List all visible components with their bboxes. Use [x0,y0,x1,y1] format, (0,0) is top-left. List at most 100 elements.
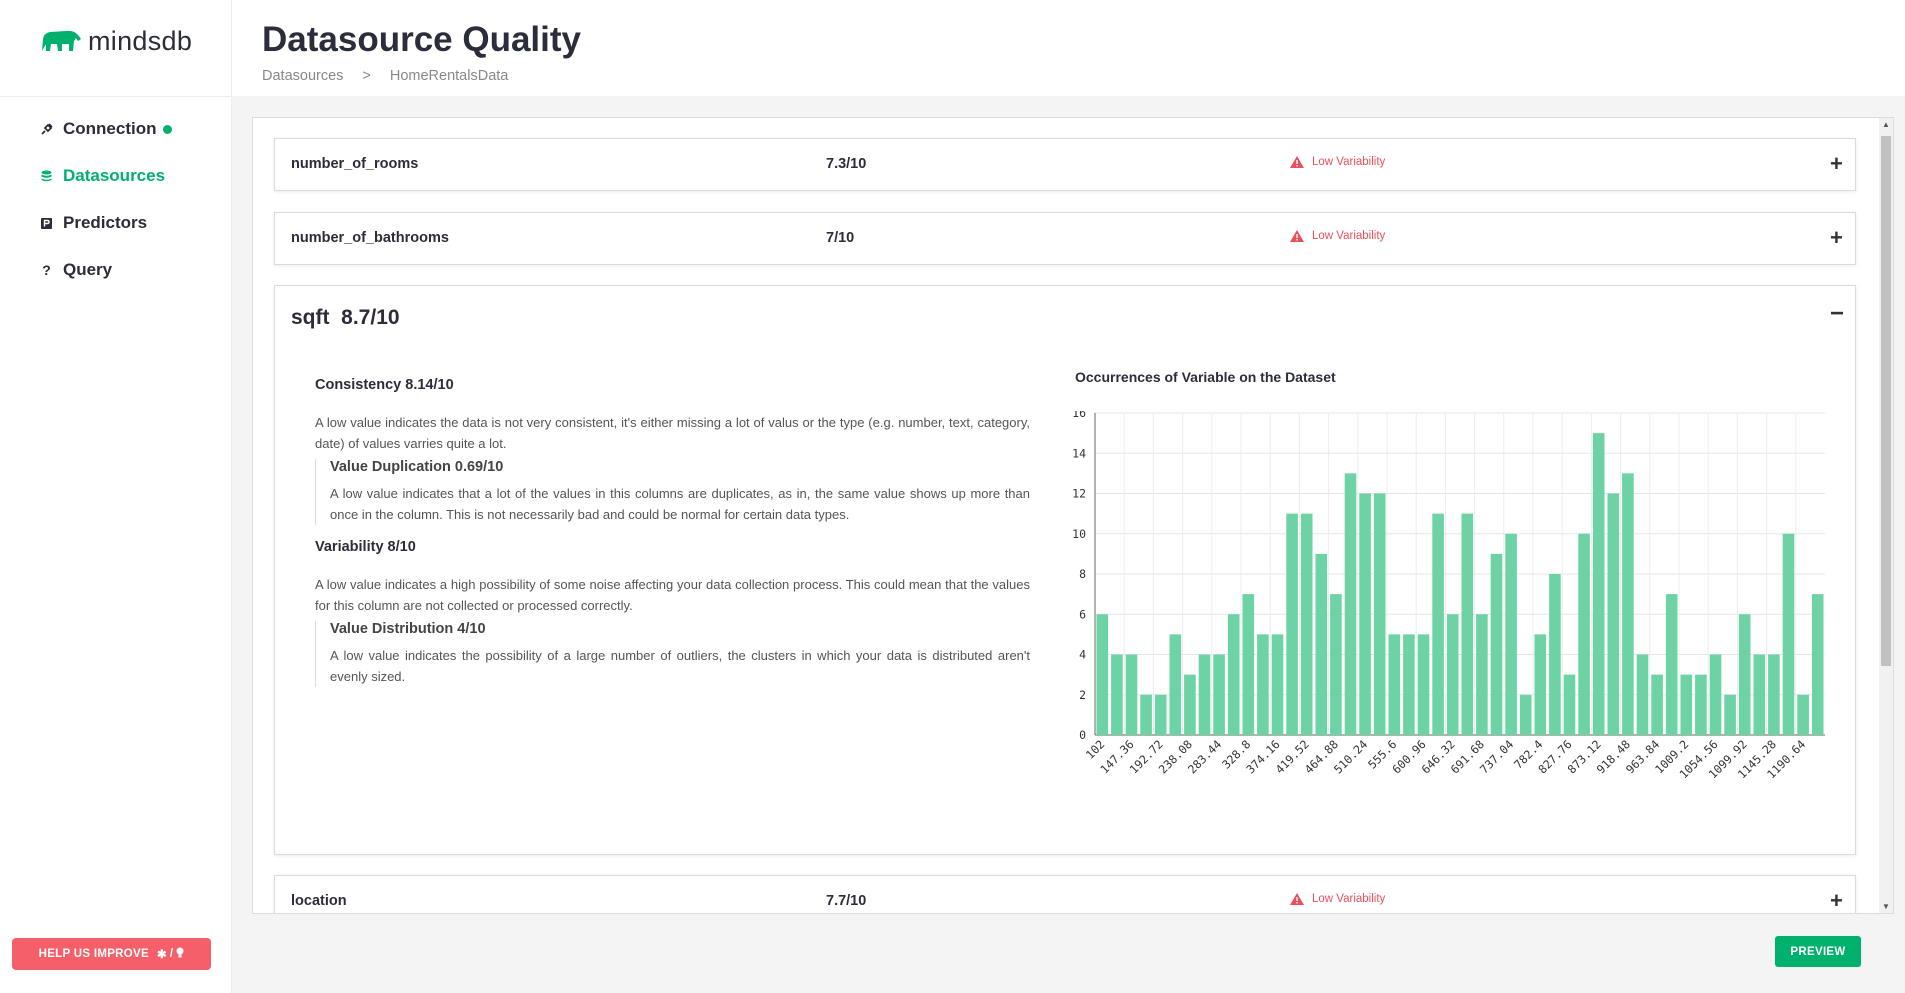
y-tick-label: 0 [1079,728,1086,742]
column-row[interactable]: location 7.7/10 Low Variability + [274,875,1856,913]
preview-button[interactable]: PREVIEW [1775,936,1861,967]
chart-bar [1709,654,1722,735]
chart-bar [1680,674,1693,735]
column-name: number_of_rooms [291,156,419,172]
lightbulb-icon [176,947,184,961]
sidebar-item-label: Connection [63,119,157,138]
chart-bar [1651,674,1663,735]
warning-text: Low Variability [1312,230,1386,242]
expand-icon[interactable]: + [1830,151,1843,177]
column-name: number_of_bathrooms [291,230,449,246]
chart-bar [1111,654,1123,735]
chart-bar [1592,433,1605,735]
y-tick-label: 2 [1079,688,1086,702]
predictor-icon [40,217,53,230]
column-score: 7.7/10 [826,893,867,909]
expanded-column-title[interactable]: sqft 8.7/10 [291,306,400,330]
question-icon: ? [42,262,51,278]
chart-bar [1461,513,1474,735]
collapse-icon[interactable]: − [1830,300,1844,328]
expand-icon[interactable]: + [1830,888,1843,913]
variability-desc: A low value indicates a high possibility… [315,577,1030,613]
chart-bar [1505,533,1517,735]
quality-metrics: Consistency 8.14/10 A low value indicate… [315,377,1030,701]
chart-bar [1695,674,1707,735]
chart-bar [1359,493,1371,735]
chart-bar [1738,614,1751,735]
scroll-thumb[interactable] [1881,136,1891,666]
warning-badge: Low Variability [1290,893,1385,905]
warning-text: Low Variability [1312,893,1386,905]
chart-bar [1476,614,1488,735]
plug-icon [40,123,53,136]
chart-bar [1578,533,1590,735]
y-tick-label: 14 [1072,446,1086,460]
chart-bar [1096,614,1109,735]
chart-bar [1271,634,1284,735]
chart-bar [1753,654,1766,735]
sidebar-item-label: Predictors [63,213,148,232]
warning-badge: Low Variability [1290,230,1385,242]
column-score: 7/10 [826,230,855,246]
breadcrumb-datasources[interactable]: Datasources [262,68,343,84]
chart-bar [1154,694,1167,735]
chart-bar [1797,694,1809,735]
column-row[interactable]: number_of_bathrooms 7/10 Low Variability… [274,212,1856,265]
sidebar-nav: Connection Datasources Predictors ? Quer… [40,116,172,304]
sidebar-item-predictors[interactable]: Predictors [40,210,172,236]
breadcrumb: Datasources > HomeRentalsData [262,68,508,84]
bear-logo-icon [42,30,81,51]
sidebar-item-query[interactable]: ? Query [40,257,172,283]
chart-bar [1213,654,1225,735]
chart-bar [1330,594,1342,735]
header: Datasource Quality Datasources > HomeRen… [232,0,1905,96]
quality-panel: number_of_rooms 7.3/10 Low Variability +… [252,117,1894,914]
chart-bar [1563,674,1576,735]
chart-bar [1768,654,1780,735]
sidebar-item-datasources[interactable]: Datasources [40,163,172,189]
chart-bar [1549,574,1561,735]
sidebar-item-connection[interactable]: Connection [40,116,172,142]
warning-icon [1290,893,1304,905]
warning-icon [1290,156,1304,168]
distribution-desc: A low value indicates the possibility of… [330,648,1030,684]
chart-bar [1490,553,1503,735]
consistency-title: Consistency 8.14/10 [315,377,454,393]
duplication-block: Value Duplication 0.69/10 A low value in… [315,459,1030,525]
duplication-desc: A low value indicates that a lot of the … [330,486,1030,522]
chart-bar [1607,493,1620,735]
chart-bar [1198,654,1211,735]
chart-bar [1665,594,1678,735]
warning-text: Low Variability [1312,156,1386,168]
y-tick-label: 6 [1079,607,1086,621]
logo-text: mindsdb [88,25,193,56]
y-tick-label: 8 [1079,567,1086,581]
help-button-label: HELP US IMPROVE [38,948,149,960]
y-tick-label: 16 [1072,411,1086,420]
column-row[interactable]: number_of_rooms 7.3/10 Low Variability + [274,138,1856,191]
chart-bar [1636,654,1649,735]
chart-bar [1417,634,1430,735]
chart-bar [1519,694,1532,735]
expand-icon[interactable]: + [1830,225,1843,251]
chart-bar [1534,634,1547,735]
warning-badge: Low Variability [1290,156,1385,168]
chart-bar [1286,513,1298,735]
scroll-up-icon[interactable]: ▲ [1882,120,1890,129]
scrollbar[interactable]: ▲ ▼ [1879,118,1893,913]
breadcrumb-current: HomeRentalsData [389,68,509,84]
logo[interactable]: mindsdb [40,26,192,56]
page-title: Datasource Quality [262,20,581,59]
chart-bar [1811,594,1824,735]
scroll-down-icon[interactable]: ▼ [1882,902,1890,911]
distribution-block: Value Distribution 4/10 A low value indi… [315,621,1030,687]
column-name: sqft [291,306,330,329]
bug-icon: ✱ [156,949,167,961]
sidebar-item-label: Datasources [63,166,166,185]
breadcrumb-separator: > [362,68,371,84]
column-score: 7.3/10 [826,156,867,172]
help-us-improve-button[interactable]: HELP US IMPROVE ✱ / [12,938,211,970]
column-name: location [291,893,347,909]
chart-bar [1782,533,1795,735]
chart-bar [1446,614,1459,735]
